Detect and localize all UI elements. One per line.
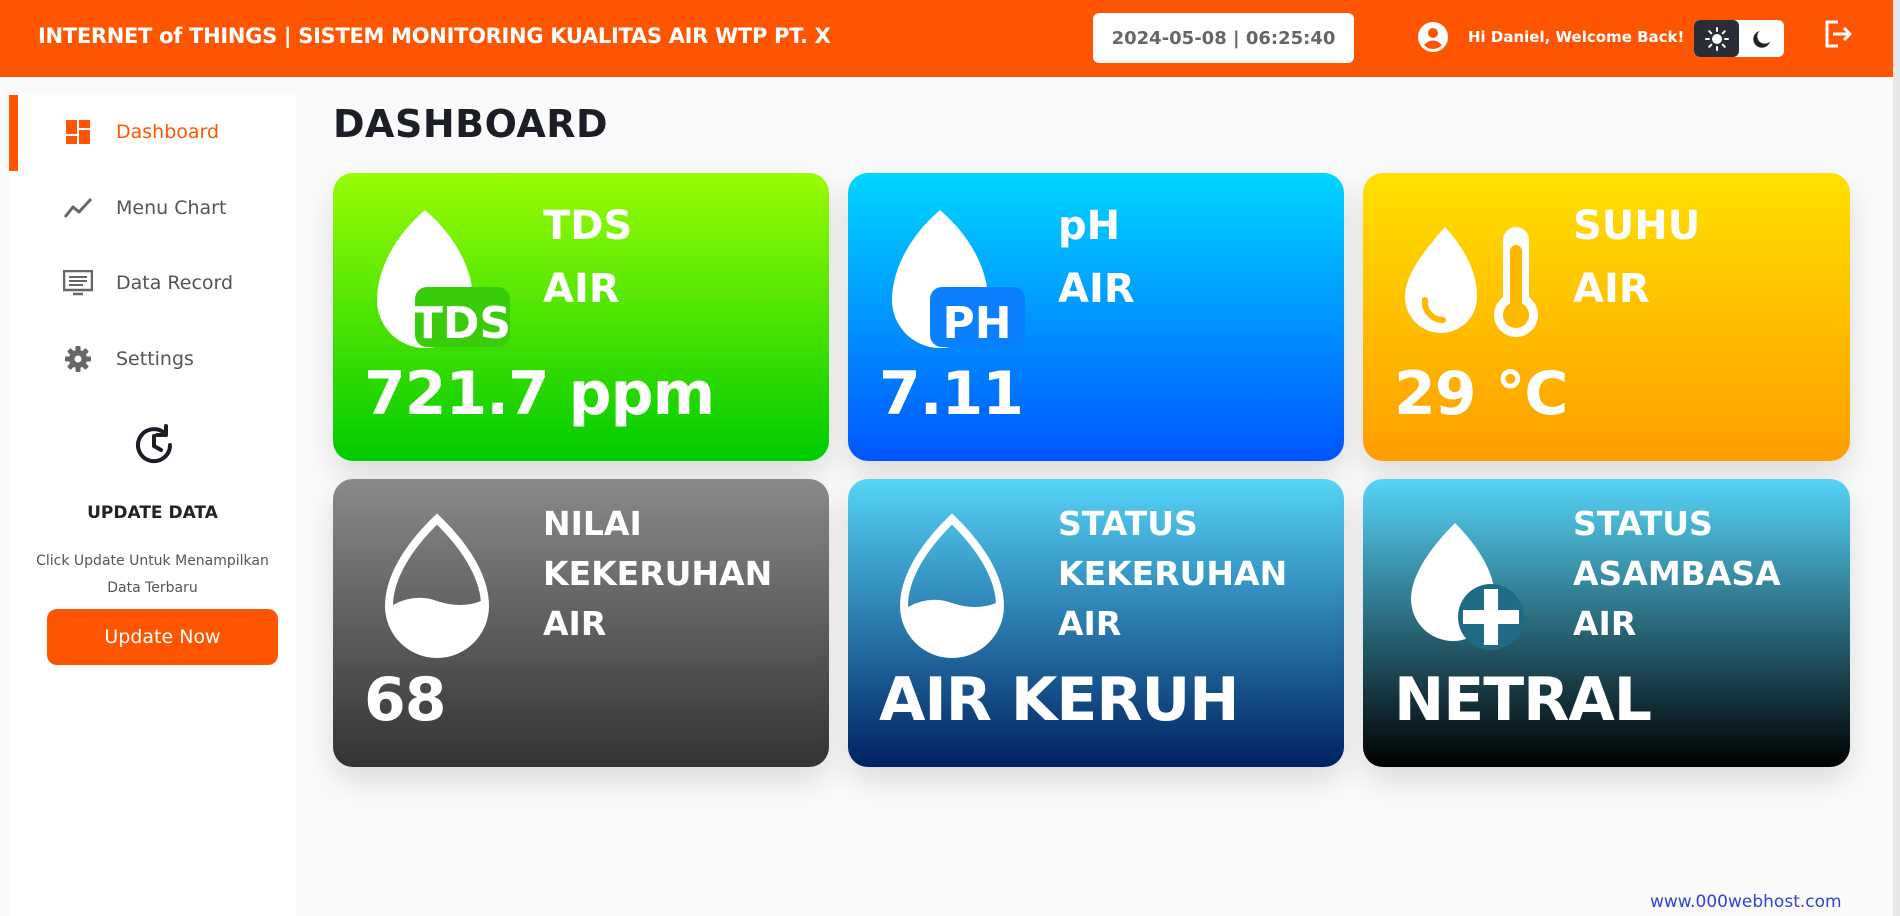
- page-scrollbar[interactable]: [1893, 0, 1900, 916]
- sidebar-item-settings[interactable]: Settings: [9, 329, 296, 389]
- water-drop-ph-icon: PH: [892, 210, 1025, 349]
- top-header: INTERNET of THINGS | SISTEM MONITORING K…: [0, 0, 1900, 77]
- thermometer-drop-icon: [1405, 227, 1538, 337]
- sidebar-item-label: Menu Chart: [116, 197, 227, 219]
- dashboard-icon: [63, 117, 93, 147]
- card-label: STATUS ASAMBASA AIR: [1573, 504, 1781, 643]
- kekeruhan-value: 68: [364, 665, 446, 735]
- logout-icon[interactable]: [1822, 18, 1854, 50]
- sidebar-item-label: Settings: [116, 348, 194, 370]
- drop-plus-icon: [1411, 523, 1524, 650]
- suhu-card: SUHU AIR 29 °C: [1363, 173, 1850, 461]
- update-now-button[interactable]: Update Now: [47, 609, 278, 665]
- nilai-kekeruhan-card: NILAI KEKERUHAN AIR 68: [333, 479, 829, 767]
- half-filled-drop-icon: [384, 513, 490, 658]
- theme-toggle[interactable]: [1694, 20, 1784, 57]
- sidebar-item-data-record[interactable]: Data Record: [9, 253, 296, 313]
- tds-card: TDS TDS AIR 721.7 ppm: [333, 173, 829, 461]
- welcome-text: Hi Daniel, Welcome Back!: [1468, 28, 1685, 46]
- datetime-display: 2024-05-08 | 06:25:40: [1093, 13, 1354, 63]
- card-label: STATUS KEKERUHAN AIR: [1058, 504, 1288, 643]
- sun-icon: [1704, 26, 1729, 51]
- host-watermark-link[interactable]: www.000webhost.com: [1650, 892, 1842, 912]
- status-kekeruhan-card: STATUS KEKERUHAN AIR AIR KERUH: [848, 479, 1344, 767]
- ph-value: 7.11: [879, 359, 1024, 429]
- svg-text:PH: PH: [942, 298, 1011, 349]
- water-drop-tds-icon: TDS: [377, 210, 511, 349]
- sidebar: Dashboard Menu Chart Data Record Setting…: [9, 95, 296, 916]
- update-data-title: UPDATE DATA: [87, 503, 218, 523]
- card-label: pH AIR: [1058, 203, 1135, 312]
- sidebar-item-label: Dashboard: [116, 121, 220, 143]
- sidebar-item-menu-chart[interactable]: Menu Chart: [9, 178, 296, 238]
- status-kekeruhan-value: AIR KERUH: [879, 665, 1239, 735]
- active-indicator: [9, 95, 18, 171]
- page-title: DASHBOARD: [333, 102, 609, 146]
- status-asambasa-value: NETRAL: [1394, 665, 1652, 735]
- sidebar-item-label: Data Record: [116, 272, 234, 294]
- monitor-icon: [63, 268, 93, 298]
- card-label: TDS AIR: [543, 203, 633, 312]
- update-data-description: Click Update Untuk Menampilkan Data Terb…: [36, 553, 269, 596]
- refresh-clock-icon: [136, 424, 173, 464]
- ph-card: PH pH AIR 7.11: [848, 173, 1344, 461]
- gear-icon: [63, 344, 93, 374]
- tds-value: 721.7 ppm: [364, 359, 715, 429]
- suhu-value: 29 °C: [1394, 359, 1568, 429]
- card-label: SUHU AIR: [1573, 203, 1701, 312]
- moon-icon: [1752, 30, 1770, 48]
- user-avatar-icon[interactable]: [1418, 22, 1448, 52]
- status-asambasa-card: STATUS ASAMBASA AIR NETRAL: [1363, 479, 1850, 767]
- card-label: NILAI KEKERUHAN AIR: [543, 504, 773, 643]
- chart-line-icon: [63, 193, 93, 223]
- light-mode-option[interactable]: [1694, 20, 1739, 57]
- half-filled-drop-icon: [899, 513, 1005, 658]
- dark-mode-option[interactable]: [1739, 20, 1784, 57]
- sidebar-item-dashboard[interactable]: Dashboard: [9, 95, 296, 171]
- app-title: INTERNET of THINGS | SISTEM MONITORING K…: [38, 24, 831, 48]
- svg-text:TDS: TDS: [413, 298, 511, 349]
